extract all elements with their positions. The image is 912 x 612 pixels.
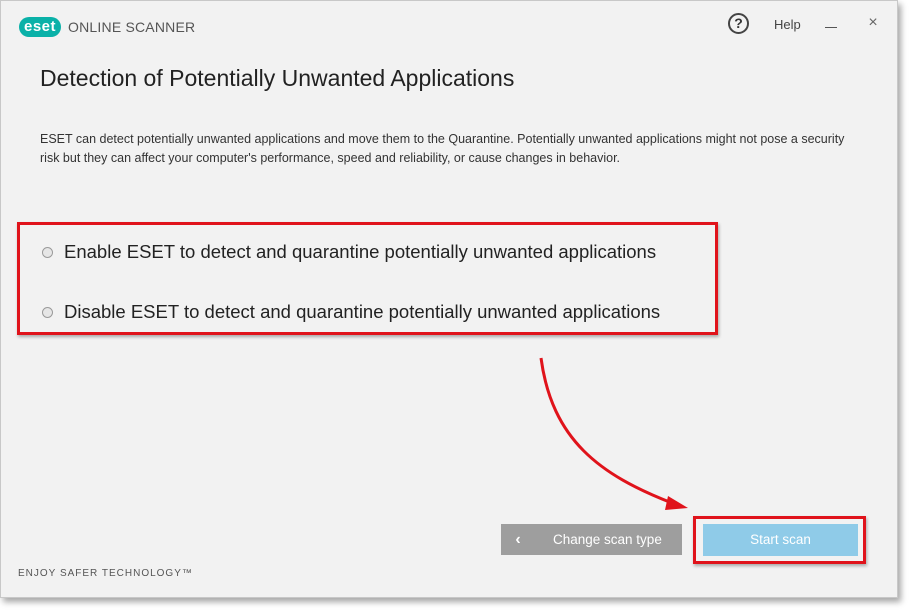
start-scan-highlight-box: Start scan xyxy=(693,516,866,564)
change-scan-type-button[interactable]: ‹ Change scan type xyxy=(501,524,682,555)
start-scan-button[interactable]: Start scan xyxy=(703,524,858,556)
enable-pua-label[interactable]: Enable ESET to detect and quarantine pot… xyxy=(64,241,656,263)
disable-pua-radio[interactable] xyxy=(42,306,53,318)
logo-badge: eset xyxy=(19,17,62,37)
footer-tagline: ENJOY SAFER TECHNOLOGY™ xyxy=(18,568,193,579)
disable-pua-option[interactable]: Disable ESET to detect and quarantine po… xyxy=(42,301,660,323)
help-link[interactable]: Help xyxy=(774,17,801,32)
enable-pua-option[interactable]: Enable ESET to detect and quarantine pot… xyxy=(42,241,656,263)
chevron-left-icon: ‹ xyxy=(515,530,521,548)
description-text: ESET can detect potentially unwanted app… xyxy=(40,132,845,165)
disable-pua-label[interactable]: Disable ESET to detect and quarantine po… xyxy=(64,301,660,323)
close-button[interactable]: × xyxy=(865,14,881,32)
minimize-button[interactable] xyxy=(823,15,839,31)
options-highlight-box: Enable ESET to detect and quarantine pot… xyxy=(17,222,718,335)
help-icon[interactable]: ? xyxy=(728,13,749,34)
enable-pua-radio[interactable] xyxy=(42,246,53,258)
scanner-window: eset ONLINE SCANNER ? Help × Detection o… xyxy=(0,0,898,598)
eset-logo: eset ONLINE SCANNER xyxy=(19,17,195,37)
change-scan-type-label: Change scan type xyxy=(553,532,662,547)
logo-text: ONLINE SCANNER xyxy=(68,19,196,35)
page-title: Detection of Potentially Unwanted Applic… xyxy=(40,65,515,91)
